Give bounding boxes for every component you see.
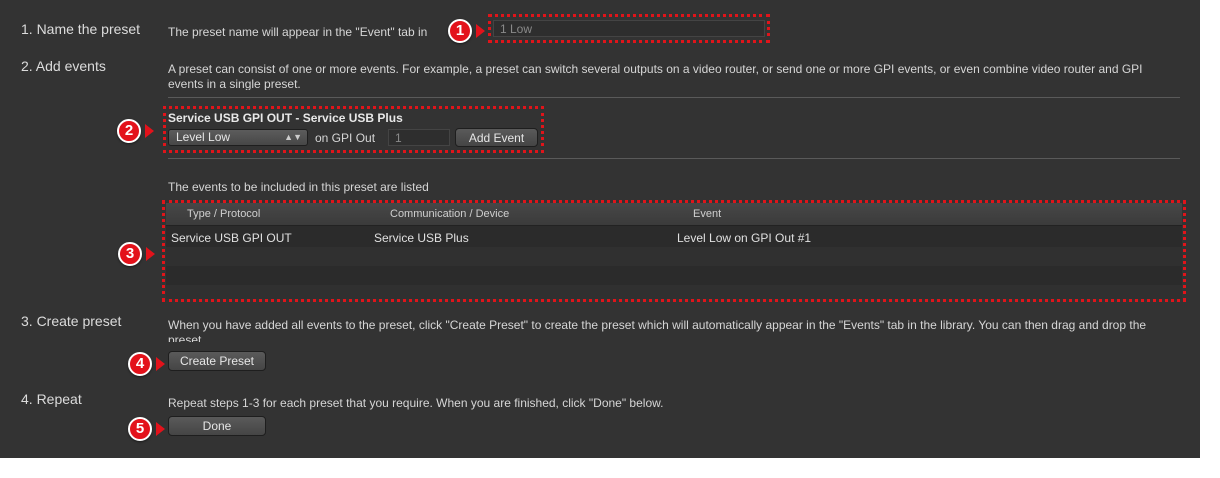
table-row-empty <box>166 285 1182 299</box>
column-header-type[interactable]: Type / Protocol <box>187 208 260 220</box>
step-4-label: 4. Repeat <box>21 391 82 407</box>
updown-chevron-icon: ▲▼ <box>284 132 302 142</box>
divider <box>168 97 1180 98</box>
repeat-description: Repeat steps 1-3 for each preset that yo… <box>168 396 664 410</box>
add-event-button[interactable]: Add Event <box>455 128 538 147</box>
cell-type: Service USB GPI OUT <box>171 231 292 245</box>
level-select-value: Level Low <box>176 130 231 144</box>
add-events-description: A preset can consist of one or more even… <box>168 62 1143 90</box>
table-header: Type / Protocol Communication / Device E… <box>166 203 1182 226</box>
callout-arrow-4 <box>156 357 165 371</box>
done-button[interactable]: Done <box>168 416 266 436</box>
preset-wizard-panel: 1. Name the preset The preset name will … <box>0 0 1200 458</box>
callout-badge-2: 2 <box>117 119 141 143</box>
callout-badge-4: 4 <box>128 352 152 376</box>
create-preset-button[interactable]: Create Preset <box>168 351 266 371</box>
events-listed-label: The events to be included in this preset… <box>168 180 429 194</box>
callout-arrow-1 <box>476 24 485 38</box>
step-2-label: 2. Add events <box>21 58 106 74</box>
callout-arrow-3 <box>146 247 155 261</box>
cell-device: Service USB Plus <box>374 231 469 245</box>
create-preset-description: When you have added all events to the pr… <box>168 318 1147 342</box>
preset-name-hint: The preset name will appear in the "Even… <box>168 25 428 39</box>
preset-name-input[interactable] <box>493 20 765 37</box>
callout-badge-3: 3 <box>118 242 142 266</box>
callout-badge-1: 1 <box>448 19 472 43</box>
column-header-device[interactable]: Communication / Device <box>390 208 509 220</box>
step-1-label: 1. Name the preset <box>21 21 141 37</box>
on-gpi-out-label: on GPI Out <box>315 131 376 145</box>
cell-event: Level Low on GPI Out #1 <box>677 231 812 245</box>
callout-arrow-5 <box>156 422 165 436</box>
callout-arrow-2 <box>145 124 154 138</box>
callout-badge-5: 5 <box>128 417 152 441</box>
gpi-out-number-input[interactable] <box>388 129 450 146</box>
level-select[interactable]: Level Low ▲▼ <box>168 129 308 146</box>
table-row-empty <box>166 266 1182 285</box>
divider <box>168 158 1180 159</box>
table-row-empty <box>166 247 1182 266</box>
step-3-label: 3. Create preset <box>21 313 122 329</box>
events-table: Type / Protocol Communication / Device E… <box>166 203 1182 299</box>
column-header-event[interactable]: Event <box>693 208 721 220</box>
device-title: Service USB GPI OUT - Service USB Plus <box>168 111 403 125</box>
table-row[interactable]: Service USB GPI OUT Service USB Plus Lev… <box>166 228 1182 247</box>
